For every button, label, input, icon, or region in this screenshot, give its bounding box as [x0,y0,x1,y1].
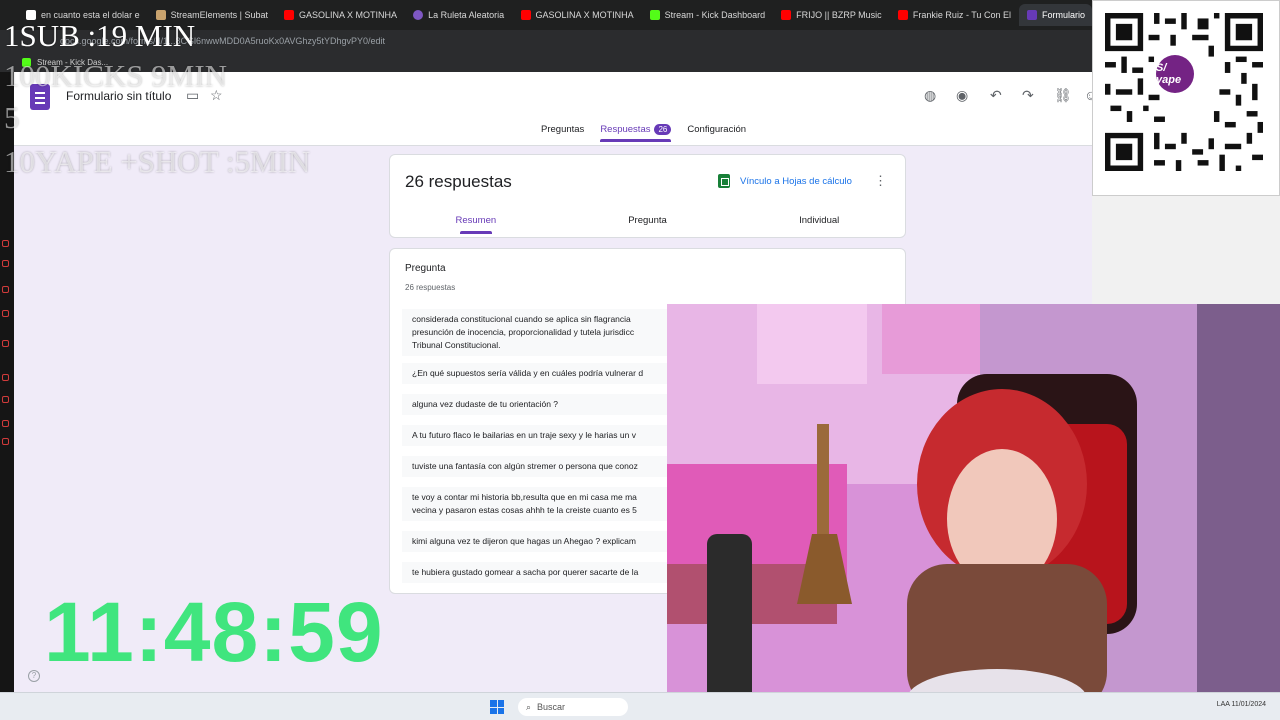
windows-start-icon[interactable] [490,700,504,714]
link-to-sheets-button[interactable]: Vínculo a Hojas de cálculo [718,174,852,188]
taskbar-search[interactable]: ⌕ Buscar [518,698,628,716]
stream-timer: 11:48:59 [44,585,384,679]
yape-qr-code: S/ yape [1092,0,1280,196]
system-tray-clock[interactable]: LAA 11/01/2024 [1217,701,1266,708]
app-icon[interactable] [2,286,9,293]
app-icon[interactable] [2,310,9,317]
roulette-icon [413,10,424,20]
overlay-goal-line: 5 [4,100,20,135]
question-response-count: 26 respuestas [405,283,456,292]
tab-configuracion[interactable]: Configuración [687,124,746,141]
forms-icon [1027,10,1037,20]
subtab-pregunta[interactable]: Pregunta [562,215,734,234]
yape-logo: S/ yape [1156,55,1194,93]
app-icon[interactable] [2,340,9,347]
link-icon[interactable]: ⛓ [1054,87,1072,104]
palette-icon[interactable]: ◍ [924,87,936,104]
responses-summary-card: 26 respuestas Vínculo a Hojas de cálculo… [389,154,906,238]
app-icon[interactable] [2,438,9,445]
search-icon: ⌕ [526,701,532,712]
webcam-feed [667,304,1280,712]
browser-tab[interactable]: GASOLINA X MOTINHA [513,4,640,26]
overlay-goal-line: 10YAPE +SHOT :5MIN [4,144,311,179]
app-icon[interactable] [2,260,9,267]
undo-icon[interactable]: ↶ [990,87,1002,104]
help-icon[interactable]: ? [28,670,40,682]
responses-subtabs: Resumen Pregunta Individual [390,215,905,234]
screen: en cuanto esta el dolar e StreamElements… [0,0,1280,720]
preview-eye-icon[interactable]: ◉ [956,87,968,104]
browser-tab[interactable]: Frankie Ruiz - Tu Con El [890,4,1017,26]
app-icon[interactable] [2,396,9,403]
browser-tab[interactable]: La Ruleta Aleatoria [405,4,510,26]
browser-tab[interactable]: FRIJO || BZRP Music [773,4,888,26]
tab-preguntas[interactable]: Preguntas [541,124,584,141]
sheets-icon [718,174,730,188]
more-options-icon[interactable]: ⋮ [874,173,887,189]
overlay-goal-line: 100KICKS 9MIN [4,58,228,93]
youtube-icon [520,10,531,20]
webcam-scene [667,304,1280,712]
tab-respuestas[interactable]: Respuestas 26 [600,124,672,142]
taskbar: ⌕ Buscar LAA 11/01/2024 [0,692,1280,720]
responses-title: 26 respuestas [405,172,512,191]
subtab-resumen[interactable]: Resumen [390,215,562,234]
youtube-icon [284,10,295,20]
redo-icon[interactable]: ↷ [1022,87,1034,104]
subtab-individual[interactable]: Individual [733,215,905,234]
qr-code-pattern [1105,13,1263,171]
app-icon[interactable] [2,420,9,427]
youtube-icon [897,10,908,20]
responses-count-badge: 26 [654,124,672,135]
question-title: Pregunta [405,263,446,274]
form-tabs: Preguntas Respuestas 26 Configuración [541,124,746,142]
youtube-icon [781,10,792,20]
app-icon[interactable] [2,240,9,247]
browser-tab-active[interactable]: Formulario [1019,4,1092,26]
app-icon[interactable] [2,374,9,381]
browser-tab[interactable]: Stream - Kick Dashboard [642,4,772,26]
kick-icon [649,10,660,20]
browser-tab[interactable]: GASOLINA X MOTINHA [276,4,403,26]
overlay-goal-line: 1SUB :19 MIN [4,18,196,53]
